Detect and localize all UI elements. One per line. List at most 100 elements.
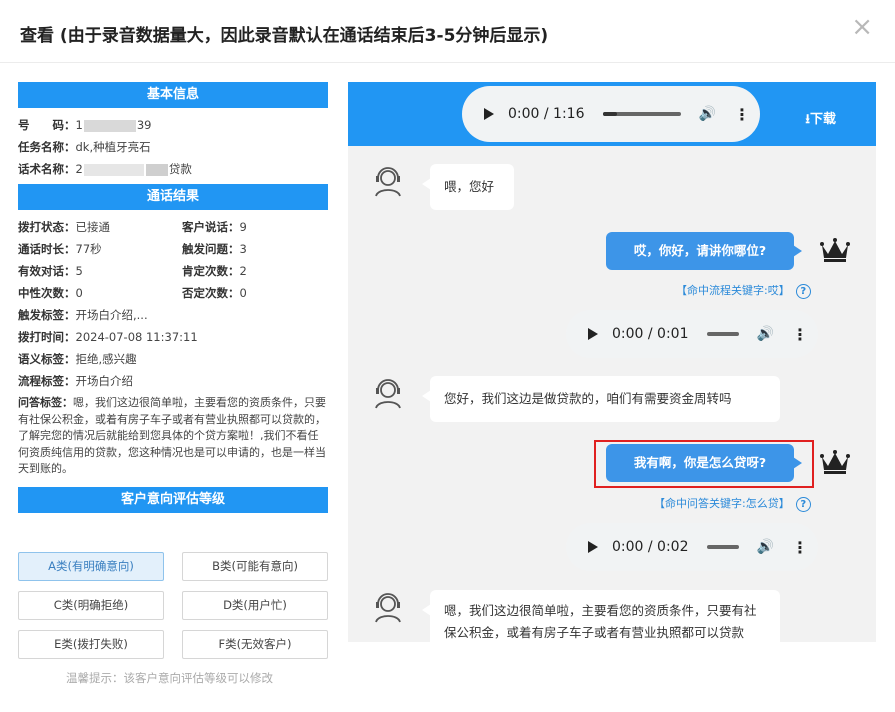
result-value: 9 bbox=[239, 220, 247, 234]
qa-label: 问答标签： bbox=[18, 396, 73, 409]
play-icon[interactable] bbox=[588, 541, 598, 553]
audio-progress[interactable] bbox=[602, 112, 681, 116]
download-link[interactable]: ⭳下载 bbox=[805, 108, 836, 132]
semantic-value: 拒绝,感兴趣 bbox=[75, 352, 137, 366]
chat-panel: 0:00 / 1:16 🔊 ⋮ ⭳下载 喂，您好 哎，你好，请讲你哪位? 【命中… bbox=[348, 82, 876, 642]
grade-header: 客户意向评估等级 bbox=[18, 486, 328, 513]
audio-progress-fill bbox=[602, 112, 617, 116]
more-icon[interactable]: ⋮ bbox=[734, 105, 750, 124]
result-value: 0 bbox=[239, 286, 247, 300]
crown-icon bbox=[820, 238, 850, 262]
message-audio-player[interactable]: 0:00 / 0:02 🔊 ⋮ bbox=[566, 523, 818, 571]
semantic-label: 语义标签： bbox=[18, 352, 76, 366]
player-bar: 0:00 / 1:16 🔊 ⋮ ⭳下载 bbox=[348, 82, 876, 146]
redacted-block bbox=[83, 163, 144, 176]
result-label: 否定次数： bbox=[182, 286, 240, 300]
modal-title: 查看 (由于录音数据量大，因此录音默认在通话结束后3-5分钟后显示) bbox=[20, 26, 549, 46]
phone-prefix: 1 bbox=[75, 118, 83, 132]
volume-icon[interactable]: 🔊 bbox=[757, 539, 774, 555]
audio-progress[interactable] bbox=[706, 332, 739, 336]
result-label: 触发问题： bbox=[182, 242, 240, 256]
phone-row: 号 码：1 39 bbox=[18, 114, 328, 136]
time-label: 拨打时间： bbox=[18, 330, 76, 344]
grade-tip: 温馨提示：该客户意向评估等级可以修改 bbox=[66, 671, 273, 685]
grade-d-button[interactable]: D类(用户忙) bbox=[182, 591, 328, 620]
agent-avatar-icon bbox=[375, 167, 401, 197]
volume-icon[interactable]: 🔊 bbox=[699, 106, 716, 122]
agent-avatar-icon bbox=[375, 593, 401, 623]
chat-message-right: 哎，你好，请讲你哪位? bbox=[606, 232, 802, 270]
trigger-label: 触发标签： bbox=[18, 308, 76, 322]
agent-avatar-icon bbox=[375, 379, 401, 409]
audio-time: 0:00 / 0:02 bbox=[612, 539, 689, 555]
main-audio-player[interactable]: 0:00 / 1:16 🔊 ⋮ bbox=[462, 86, 760, 142]
call-result-header: 通话结果 bbox=[18, 184, 328, 210]
result-value: 2 bbox=[239, 264, 247, 278]
time-row: 拨打时间：2024-07-08 11:37:11 bbox=[18, 326, 328, 348]
flow-value: 开场白介绍 bbox=[75, 374, 134, 388]
volume-icon[interactable]: 🔊 bbox=[757, 326, 774, 342]
result-row: 拨打状态：已接通 客户说话：9 bbox=[18, 216, 328, 238]
time-value: 2024-07-08 11:37:11 bbox=[75, 330, 198, 344]
result-value: 0 bbox=[75, 286, 83, 300]
play-icon[interactable] bbox=[588, 328, 598, 340]
redacted-block bbox=[83, 119, 136, 132]
semantic-row: 语义标签：拒绝,感兴趣 bbox=[18, 348, 328, 370]
result-value: 3 bbox=[239, 242, 247, 256]
result-row: 中性次数：0 否定次数：0 bbox=[18, 282, 328, 304]
flow-row: 流程标签：开场白介绍 bbox=[18, 370, 328, 392]
result-label: 肯定次数： bbox=[182, 264, 240, 278]
result-value: 5 bbox=[75, 264, 83, 278]
highlight-box bbox=[594, 440, 814, 488]
help-icon[interactable]: ? bbox=[795, 497, 811, 512]
more-icon[interactable]: ⋮ bbox=[792, 538, 808, 557]
result-label: 拨打状态： bbox=[18, 220, 76, 234]
task-value: dk,种植牙亮石 bbox=[75, 140, 151, 154]
script-row: 话术名称：2 贷款 bbox=[18, 158, 328, 180]
grade-c-button[interactable]: C类(明确拒绝) bbox=[18, 591, 164, 620]
result-label: 客户说话： bbox=[182, 220, 240, 234]
help-icon[interactable]: ? bbox=[795, 284, 811, 299]
grade-f-button[interactable]: F类(无效客户) bbox=[182, 630, 328, 659]
script-suffix: 贷款 bbox=[168, 162, 192, 176]
crown-icon bbox=[820, 450, 850, 474]
audio-progress[interactable] bbox=[706, 545, 739, 549]
hit-keyword: 【命中问答关键字:怎么贷】? bbox=[654, 495, 811, 512]
modal-header: 查看 (由于录音数据量大，因此录音默认在通话结束后3-5分钟后显示) × bbox=[0, 0, 895, 63]
chat-message-left: 您好，我们这边是做贷款的，咱们有需要资金周转吗 bbox=[422, 376, 780, 422]
close-button[interactable]: × bbox=[851, 14, 873, 40]
grade-a-button[interactable]: A类(有明确意向) bbox=[18, 552, 164, 581]
result-label: 有效对话： bbox=[18, 264, 76, 278]
task-row: 任务名称：dk,种植牙亮石 bbox=[18, 136, 328, 158]
result-row: 有效对话：5 肯定次数：2 bbox=[18, 260, 328, 282]
script-prefix: 2 bbox=[75, 162, 83, 176]
basic-info-header: 基本信息 bbox=[18, 82, 328, 108]
result-label: 中性次数： bbox=[18, 286, 76, 300]
hit-keyword-text: 【命中流程关键字:哎】 bbox=[676, 284, 790, 297]
redacted-block bbox=[145, 163, 168, 176]
trigger-row: 触发标签：开场白介绍,... bbox=[18, 304, 328, 326]
trigger-value: 开场白介绍,... bbox=[75, 308, 148, 322]
phone-suffix: 39 bbox=[136, 118, 152, 132]
result-label: 通话时长： bbox=[18, 242, 76, 256]
message-audio-player[interactable]: 0:00 / 0:01 🔊 ⋮ bbox=[566, 310, 818, 358]
qa-tags: 问答标签：嗯，我们这边很简单啦，主要看您的资质条件，只要有社保公积金，或着有房子… bbox=[18, 395, 328, 478]
phone-label: 号 码： bbox=[18, 118, 76, 132]
flow-label: 流程标签： bbox=[18, 374, 76, 388]
chat-message-left: 喂，您好 bbox=[422, 164, 514, 210]
audio-time: 0:00 / 1:16 bbox=[508, 106, 585, 122]
more-icon[interactable]: ⋮ bbox=[792, 325, 808, 344]
play-icon[interactable] bbox=[484, 108, 494, 120]
result-row: 通话时长：77秒 触发问题：3 bbox=[18, 238, 328, 260]
result-value: 已接通 bbox=[75, 220, 111, 234]
result-value: 77秒 bbox=[75, 242, 102, 256]
download-label: 下载 bbox=[809, 112, 836, 127]
audio-time: 0:00 / 0:01 bbox=[612, 326, 689, 342]
hit-keyword: 【命中流程关键字:哎】? bbox=[676, 282, 811, 299]
grade-e-button[interactable]: E类(拨打失败) bbox=[18, 630, 164, 659]
grade-b-button[interactable]: B类(可能有意向) bbox=[182, 552, 328, 581]
chat-message-left: 嗯，我们这边很简单啦，主要看您的资质条件，只要有社保公积金，或着有房子车子或者有… bbox=[422, 590, 780, 642]
hit-keyword-text: 【命中问答关键字:怎么贷】 bbox=[654, 497, 790, 510]
info-panel: 基本信息 号 码：1 39 任务名称：dk,种植牙亮石 话术名称：2 贷款 通话结果… bbox=[18, 82, 328, 513]
task-label: 任务名称： bbox=[18, 140, 76, 154]
